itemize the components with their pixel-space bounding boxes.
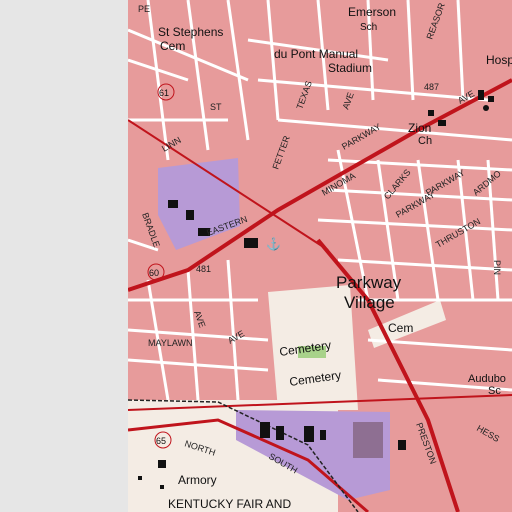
zion-label: Zion: [408, 121, 431, 135]
topographic-map[interactable]: 61 60 65 St Stephens Cem Emerson Sch du …: [128, 0, 512, 512]
urban-area-west: [128, 380, 138, 400]
route-60-label: 60: [149, 268, 159, 278]
cem-label: Cem: [388, 321, 413, 335]
kentucky-fair-label: KENTUCKY FAIR AND: [168, 497, 291, 511]
st-stephens-cem-label: Cem: [160, 39, 185, 53]
road-pe-label: PE: [138, 4, 150, 14]
route-61-label: 61: [159, 88, 169, 98]
st-stephens-label: St Stephens: [158, 25, 223, 39]
benchmark-icon: ⚓: [266, 237, 281, 251]
map-frame: 61 60 65 St Stephens Cem Emerson Sch du …: [0, 0, 512, 512]
road-pin-label: PIN: [492, 260, 502, 275]
stadium-label: Stadium: [328, 61, 372, 75]
hospital-label: Hosp: [486, 53, 512, 67]
svg-text:⚓: ⚓: [266, 237, 281, 251]
audubon-sc-label: Sc: [488, 385, 501, 397]
route-65-label: 65: [156, 436, 166, 446]
parkway-village-label: Parkway: [336, 273, 402, 292]
hospital-icon: [483, 105, 489, 111]
armory-label: Armory: [178, 473, 217, 487]
parking-area: [353, 422, 383, 458]
route-487-label: 487: [424, 82, 439, 92]
route-481-label: 481: [196, 264, 211, 274]
dupont-label: du Pont Manual: [274, 47, 358, 61]
map-canvas: 61 60 65 St Stephens Cem Emerson Sch du …: [128, 0, 512, 512]
audubon-label: Audubo: [468, 373, 506, 385]
road-maylawn-label: MAYLAWN: [148, 338, 193, 348]
zion-ch-label: Ch: [418, 135, 432, 147]
village-label: Village: [344, 293, 395, 312]
emerson-sch-label: Sch: [360, 22, 377, 33]
road-st-label: ST: [210, 102, 222, 112]
emerson-label: Emerson: [348, 5, 396, 19]
